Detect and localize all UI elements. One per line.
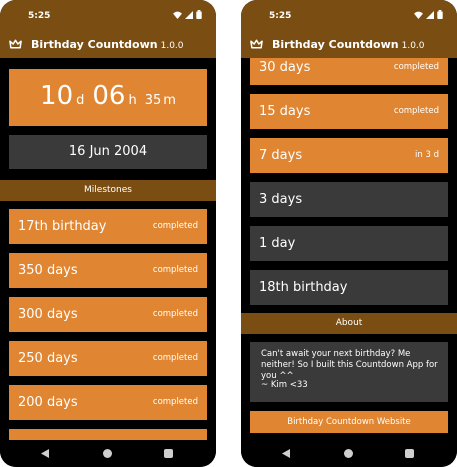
milestone-item[interactable]: 1 day: [250, 226, 448, 261]
milestone-item[interactable]: 15 days completed: [250, 94, 448, 129]
home-icon[interactable]: [103, 449, 112, 458]
about-header: About: [241, 313, 457, 334]
app-version: 1.0.0: [401, 41, 425, 51]
milestone-item[interactable]: 3 days: [250, 182, 448, 217]
milestone-label: 15 days: [259, 104, 311, 119]
home-icon[interactable]: [344, 449, 353, 458]
battery-icon: [196, 10, 202, 19]
back-icon[interactable]: [41, 449, 49, 458]
battery-icon: [437, 10, 443, 19]
status-icons: [173, 10, 202, 19]
navigation-bar: [0, 440, 216, 467]
countdown-days-unit: d: [76, 93, 85, 108]
birthdate-button[interactable]: 16 Jun 2004: [9, 135, 207, 169]
signal-icon: [185, 10, 193, 19]
recents-icon[interactable]: [405, 449, 414, 458]
countdown-card: 10 d 06 h 35 m: [9, 69, 207, 126]
about-text: Can't await your next birthday? Me neith…: [261, 349, 438, 381]
milestone-item[interactable]: 7 days in 3 d: [250, 138, 448, 173]
countdown-days: 10: [40, 81, 74, 111]
countdown-value: 10 d 06 h 35 m: [9, 81, 207, 111]
milestone-label: 3 days: [259, 192, 303, 207]
milestone-item[interactable]: 350 days completed: [9, 253, 207, 288]
website-button[interactable]: Birthday Countdown Website: [250, 411, 448, 433]
app-version: 1.0.0: [160, 41, 184, 51]
phone-screen-right: 5:25 Birthday Countdown 1.0.0 30 days com…: [241, 0, 457, 467]
status-bar: 5:25: [241, 0, 457, 33]
milestone-item[interactable]: 200 days completed: [9, 385, 207, 420]
status-icons: [414, 10, 443, 19]
app-bar: Birthday Countdown 1.0.0: [241, 33, 457, 58]
milestone-item[interactable]: 17th birthday completed: [9, 209, 207, 244]
milestone-status: completed: [393, 106, 439, 116]
app-title-text: Birthday Countdown: [272, 38, 399, 51]
countdown-hours: 06: [92, 81, 126, 111]
milestone-label: 7 days: [259, 148, 303, 163]
about-card: Can't await your next birthday? Me neith…: [250, 342, 448, 402]
milestone-label: 17th birthday: [18, 219, 107, 234]
crown-icon: [9, 39, 22, 49]
app-title: Birthday Countdown 1.0.0: [272, 38, 425, 51]
signal-icon: [426, 10, 434, 19]
back-icon[interactable]: [282, 449, 290, 458]
milestone-label: 300 days: [18, 307, 78, 322]
countdown-minutes-unit: m: [163, 93, 176, 108]
status-time: 5:25: [269, 11, 292, 21]
navigation-bar: [241, 440, 457, 467]
milestone-label: 350 days: [18, 263, 78, 278]
app-title-text: Birthday Countdown: [31, 38, 158, 51]
crown-icon: [250, 39, 263, 49]
countdown-minutes: 35: [144, 93, 162, 108]
milestone-status: completed: [152, 265, 198, 275]
milestone-item[interactable]: 300 days completed: [9, 297, 207, 332]
phone-screen-left: 5:25 Birthday Countdown 1.0.0 10 d 06 h 35 m 1…: [0, 0, 216, 467]
app-bar: Birthday Countdown 1.0.0: [0, 33, 216, 58]
milestones-header: Milestones: [0, 180, 216, 201]
milestone-label: 1 day: [259, 236, 296, 251]
milestone-status: completed: [393, 62, 439, 72]
milestone-status: completed: [152, 221, 198, 231]
milestone-status: completed: [152, 353, 198, 363]
milestone-label: 18th birthday: [259, 280, 348, 295]
milestone-status: in 3 d: [415, 150, 439, 160]
status-bar: 5:25: [0, 0, 216, 33]
app-title: Birthday Countdown 1.0.0: [31, 38, 184, 51]
wifi-icon: [173, 11, 182, 19]
main-content-scrolled[interactable]: 30 days completed 15 days completed 7 da…: [241, 58, 457, 440]
main-content[interactable]: 10 d 06 h 35 m 16 Jun 2004 Milestones 17th bi…: [0, 58, 216, 440]
status-time: 5:25: [28, 11, 51, 21]
countdown-hours-unit: h: [128, 93, 137, 108]
milestone-status: completed: [152, 397, 198, 407]
about-signature: ~ Kim <33: [261, 380, 308, 390]
wifi-icon: [414, 11, 423, 19]
recents-icon[interactable]: [164, 449, 173, 458]
milestone-item[interactable]: 250 days completed: [9, 341, 207, 376]
milestone-status: completed: [152, 309, 198, 319]
milestone-label: 250 days: [18, 351, 78, 366]
milestone-label: 30 days: [259, 60, 311, 75]
milestone-item[interactable]: 18th birthday: [250, 270, 448, 305]
milestone-item[interactable]: 30 days completed: [250, 58, 448, 85]
milestone-label: 200 days: [18, 395, 78, 410]
milestone-item-partial[interactable]: [9, 429, 207, 440]
